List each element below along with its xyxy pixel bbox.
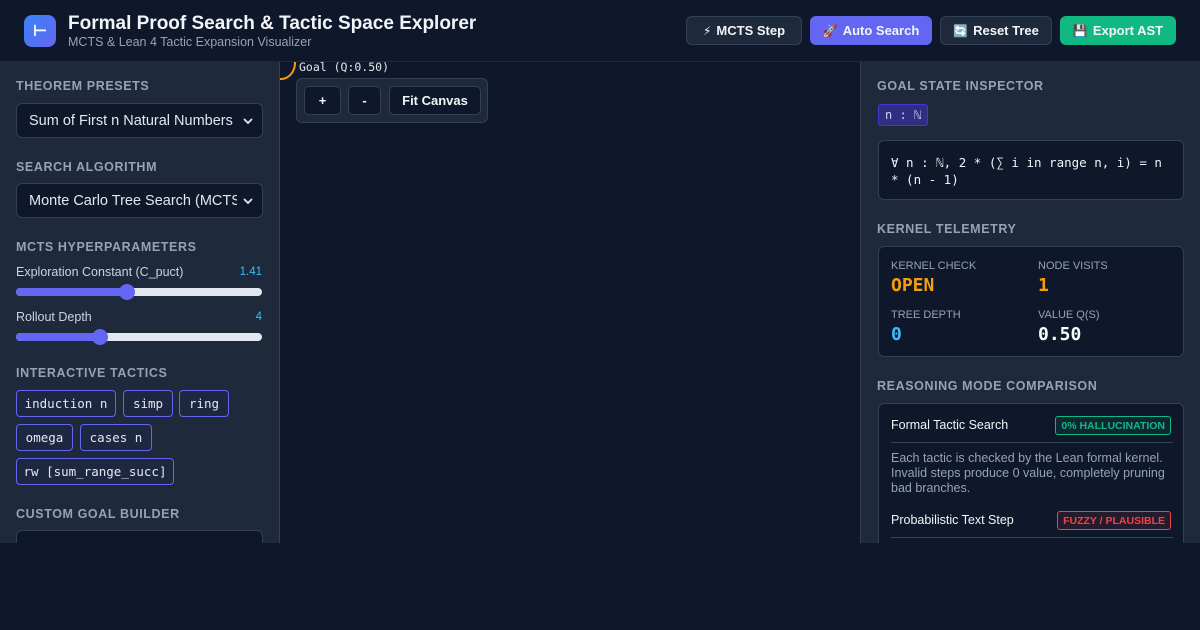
- tactic-chip-induction[interactable]: induction n: [16, 390, 116, 417]
- root-goal-label: Goal (Q:0.50): [299, 62, 390, 74]
- kernel-check-value: OPEN: [891, 275, 935, 296]
- zoom-out-button[interactable]: -: [348, 86, 381, 115]
- exploration-slider-fill: [16, 288, 127, 296]
- telemetry-title: Kernel Telemetry: [877, 222, 1017, 236]
- export-ast-label: Export AST: [1092, 23, 1164, 38]
- tactic-chip-ring[interactable]: ring: [179, 390, 229, 417]
- chevron-down-icon: [243, 198, 253, 205]
- preset-selected-value: Sum of First n Natural Numbers (: [29, 112, 237, 129]
- value-q-label: Value Q(s): [1038, 309, 1100, 321]
- export-ast-button[interactable]: 💾 Export AST: [1060, 16, 1176, 45]
- kernel-check-label: Kernel Check: [891, 260, 977, 272]
- tactic-chip-cases[interactable]: cases n: [80, 424, 152, 451]
- custom-goal-input[interactable]: [16, 530, 263, 543]
- control-sidebar: Theorem Presets Sum of First n Natural N…: [0, 62, 280, 543]
- rollout-slider-fill: [16, 333, 100, 341]
- mcts-step-button[interactable]: ⚡ MCTS Step: [686, 16, 802, 45]
- tactics-title: Interactive Tactics: [16, 366, 168, 380]
- value-q-value: 0.50: [1038, 324, 1082, 345]
- exploration-slider-handle[interactable]: [118, 284, 135, 300]
- rocket-icon: 🚀: [822, 23, 838, 38]
- comparison-title: Reasoning Mode Comparison: [877, 379, 1098, 393]
- app-subtitle: MCTS & Lean 4 Tactic Expansion Visualize…: [68, 35, 312, 49]
- proof-tree-canvas[interactable]: Goal (Q:0.50) + - Fit Canvas: [280, 62, 860, 543]
- algorithm-title: Search Algorithm: [16, 160, 158, 174]
- presets-title: Theorem Presets: [16, 79, 150, 93]
- chevron-down-icon: [243, 118, 253, 125]
- root-goal-node[interactable]: [280, 62, 296, 80]
- hyperparameters-title: MCTS Hyperparameters: [16, 240, 197, 254]
- node-visits-value: 1: [1038, 275, 1049, 296]
- zoom-in-button[interactable]: +: [304, 86, 341, 115]
- tree-depth-value: 0: [891, 324, 902, 345]
- formal-search-description: Each tactic is checked by the Lean forma…: [891, 451, 1165, 495]
- algorithm-selected-value: Monte Carlo Tree Search (MCTS: [29, 192, 237, 209]
- auto-search-button[interactable]: 🚀 Auto Search: [810, 16, 932, 45]
- turnstile-logo-icon: ⊢: [24, 15, 56, 47]
- divider: [891, 442, 1173, 443]
- fuzzy-badge: FUZZY / PLAUSIBLE: [1057, 511, 1171, 530]
- tactic-chip-simp[interactable]: simp: [123, 390, 173, 417]
- tree-depth-label: Tree Depth: [891, 309, 961, 321]
- tactic-chip-rw[interactable]: rw [sum_range_succ]: [16, 458, 174, 485]
- search-algorithm-select[interactable]: Monte Carlo Tree Search (MCTS: [16, 183, 263, 218]
- theorem-preset-select[interactable]: Sum of First n Natural Numbers (: [16, 103, 263, 138]
- save-icon: 💾: [1072, 23, 1088, 38]
- formal-search-name: Formal Tactic Search: [891, 418, 1009, 432]
- node-visits-label: Node Visits: [1038, 260, 1108, 272]
- mcts-step-label: MCTS Step: [716, 23, 786, 38]
- refresh-icon: 🔄: [953, 23, 969, 38]
- comparison-card: Formal Tactic Search 0% HALLUCINATION Ea…: [878, 403, 1184, 543]
- inspector-title: Goal State Inspector: [877, 79, 1044, 93]
- tactic-chip-omega[interactable]: omega: [16, 424, 73, 451]
- probabilistic-step-name: Probabilistic Text Step: [891, 513, 1014, 527]
- exploration-label: Exploration Constant (C_puct): [16, 265, 184, 279]
- rollout-label: Rollout Depth: [16, 310, 92, 324]
- reset-tree-button[interactable]: 🔄 Reset Tree: [940, 16, 1052, 45]
- fit-canvas-button[interactable]: Fit Canvas: [389, 86, 481, 115]
- divider: [891, 537, 1173, 538]
- inspector-panel: Goal State Inspector n : ℕ ∀ n : ℕ, 2 * …: [860, 62, 1200, 543]
- exploration-slider[interactable]: [16, 284, 262, 300]
- rollout-value: 4: [255, 311, 262, 323]
- app-header: ⊢ Formal Proof Search & Tactic Space Exp…: [0, 0, 1200, 62]
- app-title: Formal Proof Search & Tactic Space Explo…: [68, 13, 477, 34]
- zoom-controls: + - Fit Canvas: [296, 78, 488, 123]
- custom-goal-title: Custom Goal Builder: [16, 507, 180, 521]
- auto-search-label: Auto Search: [842, 23, 920, 38]
- telemetry-card: Kernel Check OPEN Node Visits 1 Tree Dep…: [878, 246, 1184, 357]
- rollout-slider[interactable]: [16, 329, 262, 345]
- hypothesis-tag: n : ℕ: [878, 104, 929, 126]
- rollout-slider-handle[interactable]: [91, 329, 108, 345]
- goal-state-display: ∀ n : ℕ, 2 * (∑ i in range n, i) = n * (…: [878, 140, 1184, 200]
- lightning-icon: ⚡: [702, 23, 712, 38]
- hallucination-badge: 0% HALLUCINATION: [1055, 416, 1171, 435]
- reset-tree-label: Reset Tree: [973, 23, 1039, 38]
- exploration-value: 1.41: [239, 266, 262, 278]
